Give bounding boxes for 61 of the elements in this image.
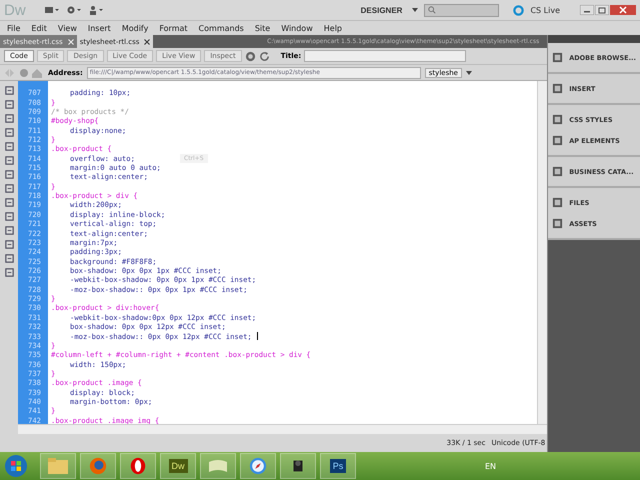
tool-icon[interactable] [4, 197, 14, 208]
refresh-icon[interactable] [258, 50, 270, 62]
menu-item[interactable]: Commands [198, 24, 244, 32]
menu-item[interactable]: Window [281, 24, 313, 32]
menu-item[interactable]: Site [254, 24, 270, 32]
start-button[interactable] [4, 454, 28, 478]
compass-icon [249, 457, 267, 475]
app-logo: Dw [4, 2, 26, 18]
tool-icon[interactable] [4, 211, 14, 222]
user-icon[interactable] [88, 5, 104, 15]
tool-icon[interactable] [4, 267, 14, 278]
panel-icon [552, 52, 564, 63]
minimize-icon[interactable] [580, 5, 594, 15]
menu-item[interactable]: Insert [88, 24, 111, 32]
tool-icon[interactable] [4, 127, 14, 138]
panel-icon [552, 114, 564, 125]
cs-live-icon [513, 4, 524, 16]
dropdown-caret-icon[interactable] [412, 8, 418, 12]
gear-icon[interactable] [66, 5, 82, 15]
workspace-switcher[interactable]: DESIGNER [356, 6, 406, 14]
title-field[interactable] [304, 50, 466, 62]
cs-live-label[interactable]: CS Live [530, 6, 560, 14]
menu-item[interactable]: Help [324, 24, 342, 32]
notebook-icon [208, 458, 228, 474]
panel-icon [552, 135, 564, 146]
tool-icon[interactable] [4, 85, 14, 96]
browser-icon [129, 457, 147, 475]
panel-icon [552, 197, 564, 208]
tool-icon[interactable] [4, 225, 14, 236]
tool-icon[interactable] [4, 155, 14, 166]
taskbar-app[interactable] [280, 453, 316, 479]
search-icon [428, 6, 436, 14]
menu-item[interactable]: Edit [31, 24, 47, 32]
search-field[interactable] [424, 4, 500, 16]
menu-item[interactable]: File [7, 24, 20, 32]
panel-icon [552, 83, 564, 94]
tool-icon[interactable] [4, 113, 14, 124]
browser-icon [89, 457, 107, 475]
globe-icon[interactable] [244, 50, 256, 62]
scrollbar[interactable] [18, 424, 548, 434]
taskbar-app[interactable]: Ps [320, 453, 356, 479]
taskbar-app[interactable]: Dw [160, 453, 196, 479]
tool-icon[interactable] [4, 169, 14, 180]
panel-icon [552, 218, 564, 229]
tool-icon[interactable] [4, 183, 14, 194]
scrollbar[interactable] [537, 81, 548, 424]
dropdown-caret-icon[interactable] [466, 70, 472, 74]
layout-icon[interactable] [44, 5, 60, 15]
tool-icon[interactable] [4, 141, 14, 152]
tool-icon[interactable] [4, 239, 14, 250]
close-icon[interactable] [610, 5, 636, 15]
tool-icon[interactable] [4, 99, 14, 110]
menu-item[interactable]: View [58, 24, 77, 32]
menu-item[interactable]: Modify [122, 24, 148, 32]
folder-icon [48, 458, 68, 474]
panel-icon [552, 166, 564, 177]
menu-item[interactable]: Format [159, 24, 188, 32]
tool-icon[interactable] [4, 253, 14, 264]
taskbar-app[interactable] [120, 453, 156, 479]
close-icon[interactable] [144, 38, 150, 44]
restore-icon[interactable] [595, 5, 609, 15]
